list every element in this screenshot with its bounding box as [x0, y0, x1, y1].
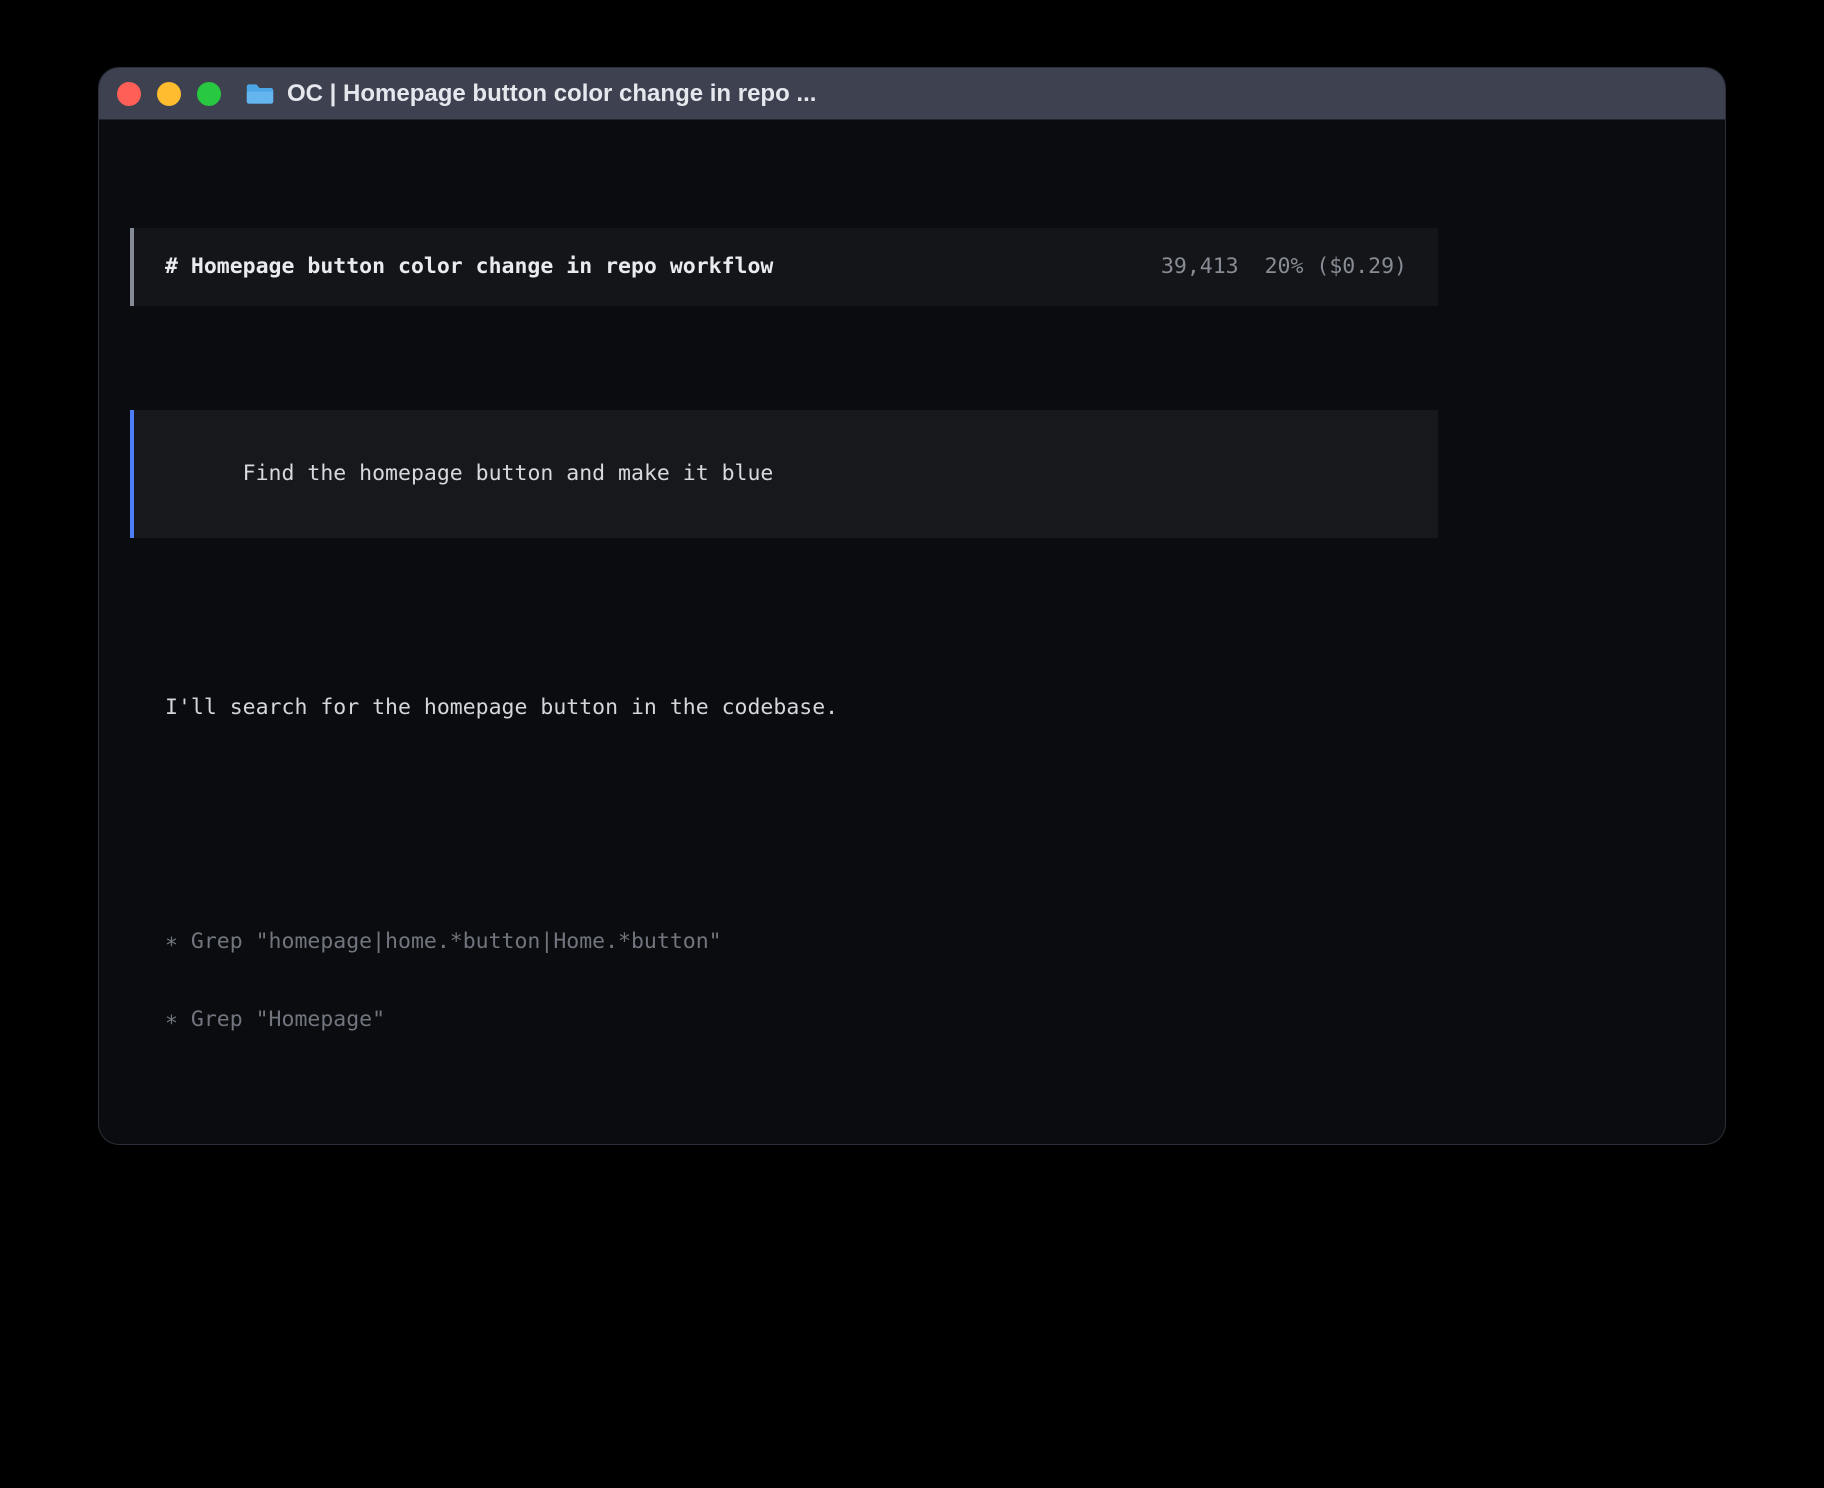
assistant-text: I'll search for the homepage button in t… — [165, 643, 1438, 773]
folder-icon — [245, 82, 275, 106]
context-usage: 20% ($0.29) — [1265, 254, 1407, 279]
close-button[interactable] — [117, 82, 141, 106]
tool-call: ∗ Grep "Homepage" — [165, 1007, 1438, 1033]
session-title: # Homepage button color change in repo w… — [165, 254, 773, 280]
titlebar[interactable]: OC | Homepage button color change in rep… — [99, 68, 1725, 120]
terminal-content: # Homepage button color change in repo w… — [99, 120, 1438, 1144]
user-message-text: Find the homepage button and make it blu… — [243, 461, 774, 486]
minimize-button[interactable] — [157, 82, 181, 106]
traffic-lights — [117, 82, 221, 106]
window-title: OC | Homepage button color change in rep… — [287, 80, 816, 108]
user-message: Find the homepage button and make it blu… — [130, 410, 1438, 538]
tool-calls-grep-1: ∗ Grep "homepage|home.*button|Home.*butt… — [165, 877, 1438, 1085]
session-header: # Homepage button color change in repo w… — [130, 228, 1438, 306]
tool-call: ∗ Grep "homepage|home.*button|Home.*butt… — [165, 929, 1438, 955]
terminal-window: OC | Homepage button color change in rep… — [99, 68, 1725, 1144]
token-count: 39,413 — [1161, 254, 1239, 279]
assistant-line: I'll search for the homepage button in t… — [165, 695, 1438, 721]
zoom-button[interactable] — [197, 82, 221, 106]
session-stats: 39,413 20% ($0.29) — [1161, 254, 1407, 280]
